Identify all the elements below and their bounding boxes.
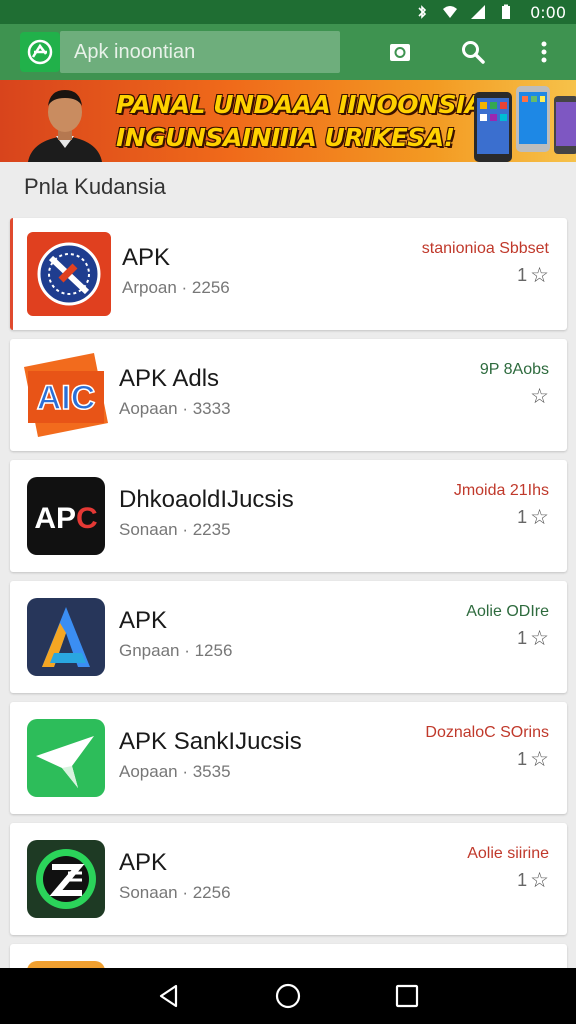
- star-icon: ☆: [530, 385, 549, 408]
- rating-value: 1: [517, 628, 528, 648]
- rating-value: 1: [517, 507, 528, 527]
- app-rating[interactable]: ☆: [527, 384, 549, 409]
- home-button[interactable]: [268, 976, 308, 1016]
- apc-black-icon: APC: [24, 474, 108, 558]
- wifi-icon: [443, 6, 458, 18]
- apk-red-circle-icon: [27, 232, 111, 316]
- more-options-button[interactable]: [528, 36, 560, 68]
- section-title: Pnla Kudansia: [24, 174, 166, 199]
- more-vert-icon: [541, 41, 547, 63]
- app-meta: Aopaan · 3535: [119, 762, 231, 781]
- app-name: APK: [119, 849, 168, 876]
- app-list-item[interactable]: APK SankIJucsis Aopaan · 3535 DoznaloC S…: [10, 702, 567, 814]
- recents-button[interactable]: [387, 976, 427, 1016]
- app-name: APK: [119, 607, 168, 634]
- star-icon: ☆: [530, 869, 549, 892]
- bluetooth-icon: [418, 5, 427, 19]
- app-rating[interactable]: 1 ☆: [517, 263, 549, 288]
- app-tag: 9P 8Aobs: [479, 361, 549, 378]
- app-tag: Aolie siirine: [467, 845, 549, 862]
- signal-icon: [471, 5, 486, 19]
- app-rating[interactable]: 1 ☆: [517, 747, 549, 772]
- rating-value: 1: [517, 265, 528, 285]
- app-name: APK SankIJucsis: [119, 728, 302, 755]
- banner-line-1: PANAL UNDAAA IINOONSIA: [116, 90, 484, 119]
- app-tag: Aolie ODIre: [466, 603, 549, 620]
- app-meta: Sonaan · 2235: [119, 520, 231, 539]
- green-z-icon: [24, 837, 108, 921]
- banner-headline: PANAL UNDAAA IINOONSIA INGUNSAINIIIA URI…: [116, 88, 484, 154]
- star-icon: ☆: [530, 627, 549, 650]
- app-list-item[interactable]: AIC APK Adls Aopaan · 3333 9P 8Aobs ☆: [10, 339, 567, 451]
- app-list-item[interactable]: APK Gnpaan · 1256 Aolie ODIre 1 ☆: [10, 581, 567, 693]
- navigation-bar: [0, 968, 576, 1024]
- app-name: APK: [122, 244, 171, 271]
- recents-icon: [395, 984, 418, 1008]
- svg-text:APC: APC: [34, 502, 97, 535]
- camera-button[interactable]: [384, 36, 416, 68]
- app-tag: DoznaloC SOrins: [425, 724, 549, 741]
- star-icon: ☆: [530, 506, 549, 529]
- app-rating[interactable]: 1 ☆: [517, 626, 549, 651]
- app-bar: [0, 24, 576, 80]
- rating-value: 1: [517, 749, 528, 769]
- app-list-item[interactable]: APC DhkoaoldIJucsis Sonaan · 2235 Jmoida…: [10, 460, 567, 572]
- app-logo-icon[interactable]: [20, 32, 60, 72]
- app-meta: Sonaan · 2256: [119, 883, 231, 902]
- home-icon: [275, 983, 301, 1009]
- app-name: DhkoaoldIJucsis: [119, 486, 294, 513]
- search-icon: [462, 41, 485, 64]
- status-time: 0:00: [530, 2, 566, 22]
- back-button[interactable]: [149, 976, 189, 1016]
- banner-line-2: INGUNSAINIIIA URIKESA!: [116, 123, 455, 152]
- green-star-icon: [24, 716, 108, 800]
- search-button[interactable]: [457, 36, 489, 68]
- blue-a-icon: [24, 595, 108, 679]
- app-meta: Gnpaan · 1256: [119, 641, 233, 660]
- star-icon: ☆: [530, 264, 549, 287]
- app-tag: Jmoida 21Ihs: [453, 482, 549, 499]
- app-tag: stanionioa Sbbset: [421, 240, 549, 257]
- app-meta: Aopaan · 3333: [119, 399, 231, 418]
- search-box[interactable]: [60, 31, 340, 73]
- aic-orange-icon: AIC: [24, 353, 108, 437]
- app-rating[interactable]: 1 ☆: [517, 868, 549, 893]
- app-rating[interactable]: 1 ☆: [517, 505, 549, 530]
- battery-icon: [502, 4, 511, 19]
- search-input[interactable]: [74, 40, 324, 64]
- promo-banner[interactable]: PANAL UNDAAA IINOONSIA INGUNSAINIIIA URI…: [0, 80, 576, 162]
- status-bar: 0:00: [0, 0, 576, 24]
- app-list-item[interactable]: APK Arpoan · 2256 stanionioa Sbbset 1 ☆: [10, 218, 567, 330]
- star-icon: ☆: [530, 748, 549, 771]
- phones-image: [474, 86, 576, 162]
- rating-value: 1: [517, 870, 528, 890]
- app-meta: Arpoan · 2256: [122, 278, 230, 297]
- back-icon: [160, 984, 178, 1008]
- person-photo: [28, 90, 102, 162]
- app-name: APK Adls: [119, 365, 220, 392]
- svg-text:AIC: AIC: [37, 379, 96, 417]
- camera-icon: [390, 44, 410, 61]
- app-list-item[interactable]: APK Sonaan · 2256 Aolie siirine 1 ☆: [10, 823, 567, 935]
